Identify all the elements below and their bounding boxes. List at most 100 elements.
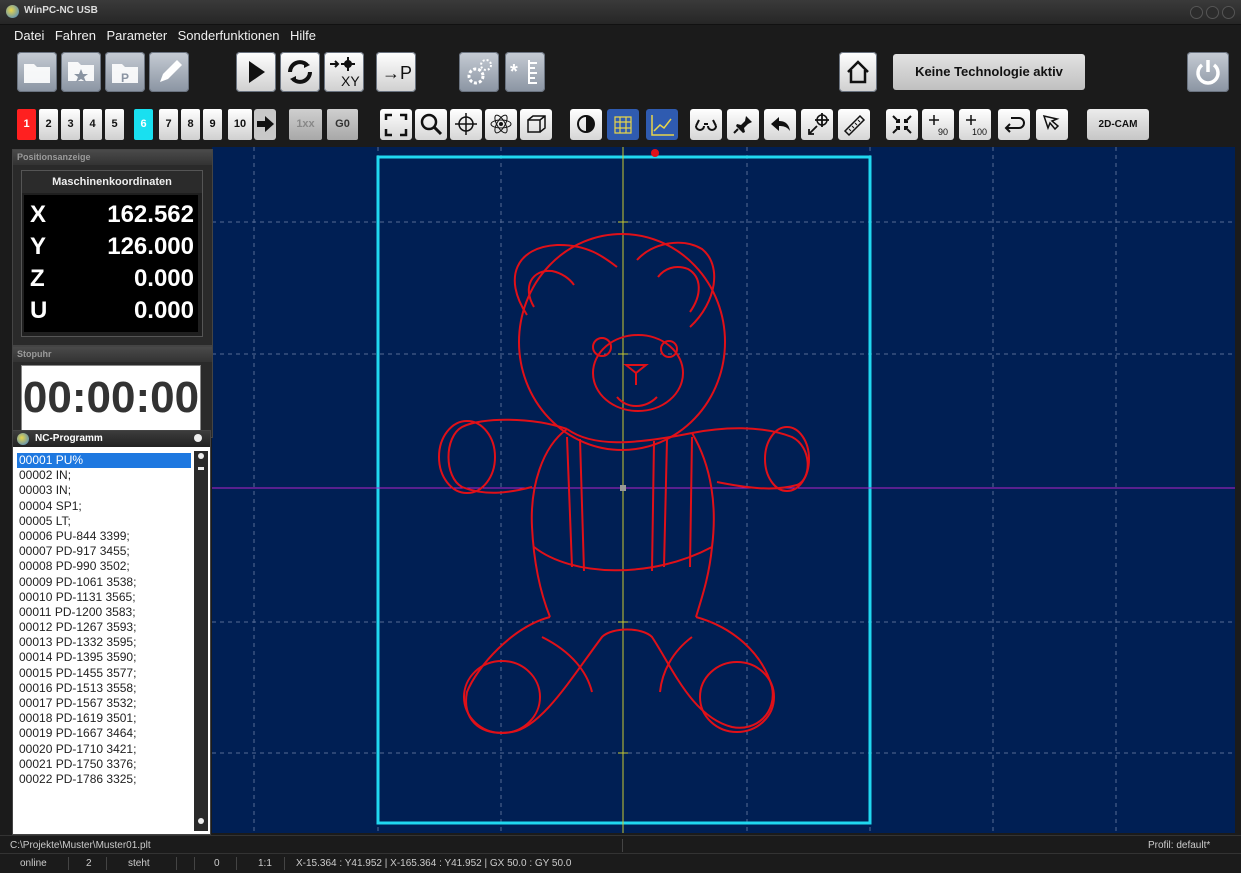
cursor-coordinates: X-15.364 : Y41.952 | X-165.364 : Y41.952… [296,858,572,869]
settings-button[interactable] [459,52,499,92]
return-button[interactable] [998,109,1030,140]
svg-text:XY: XY [341,73,360,89]
axis-u-label: U [30,297,48,324]
rotate-90-button[interactable]: 90 [922,109,954,140]
minimize-button[interactable] [1190,6,1203,19]
stopwatch-display: 00:00:00 [21,365,201,431]
window-controls[interactable] [1190,6,1235,19]
nc-program-list[interactable]: 00001 PU% 00002 IN; 00003 IN; 00004 SP1;… [17,453,191,787]
3d-view-button[interactable] [485,109,517,140]
nc-line[interactable]: 00006 PU-844 3399; [17,529,191,544]
nc-line[interactable]: 00016 PD-1513 3558; [17,681,191,696]
layer-7-button[interactable]: 7 [159,109,178,140]
contrast-button[interactable] [570,109,602,140]
panel-option-button[interactable] [194,434,202,442]
title-bar: WinPC-NC USB [0,0,1241,25]
crosshair-arrow-icon: XY [330,57,360,89]
layer-5-button[interactable]: 5 [105,109,124,140]
machine-coordinates-caption: Maschinenkoordinaten [22,171,202,193]
layer-next-button[interactable] [254,109,276,140]
nc-line[interactable]: 00021 PD-1750 3376; [17,757,191,772]
nc-line[interactable]: 00005 LT; [17,514,191,529]
g0-button[interactable]: G0 [327,109,358,140]
fit-view-button[interactable] [380,109,412,140]
nc-line[interactable]: 00013 PD-1332 3595; [17,635,191,650]
2d-cam-button[interactable]: 2D-CAM [1087,109,1149,140]
home-button[interactable] [839,52,877,92]
status-divider [284,857,285,870]
zoom-button[interactable] [415,109,447,140]
path-view-button[interactable] [646,109,678,140]
drawing-canvas[interactable] [212,147,1235,833]
select-button[interactable] [1036,109,1068,140]
collar [566,428,693,444]
layer-9-button[interactable]: 9 [203,109,222,140]
pan-button[interactable] [450,109,482,140]
nc-line[interactable]: 00014 PD-1395 3590; [17,650,191,665]
menu-fahren[interactable]: Fahren [55,28,96,43]
nc-program-scrollbar[interactable] [194,451,208,831]
nc-line[interactable]: 00020 PD-1710 3421; [17,742,191,757]
right-ear-outer [636,241,716,328]
ruler-icon [843,114,866,137]
axis-x-value: 162.562 [107,201,194,228]
layer-10-button[interactable]: 10 [228,109,252,140]
layer-6-button[interactable]: 6 [134,109,153,140]
nc-line[interactable]: 00019 PD-1667 3464; [17,726,191,741]
special-functions-button[interactable]: * [505,52,545,92]
nc-line[interactable]: 00017 PD-1567 3532; [17,696,191,711]
status-zero: 0 [214,858,220,869]
axis-u-value: 0.000 [133,297,194,324]
nc-line[interactable]: 00004 SP1; [17,499,191,514]
menu-hilfe[interactable]: Hilfe [290,28,316,43]
measure-button[interactable] [838,109,870,140]
nc-line[interactable]: 00012 PD-1267 3593; [17,620,191,635]
nc-line[interactable]: 00008 PD-990 3502; [17,559,191,574]
maximize-button[interactable] [1206,6,1219,19]
close-button[interactable] [1222,6,1235,19]
nc-line[interactable]: 00010 PD-1131 3565; [17,590,191,605]
back-button[interactable] [764,109,796,140]
preview-button[interactable] [690,109,722,140]
nc-line[interactable]: 00007 PD-917 3455; [17,544,191,559]
layer-1-button[interactable]: 1 [17,109,36,140]
menu-datei[interactable]: Datei [14,28,44,43]
goto-xy-button[interactable]: XY [324,52,364,92]
power-button[interactable] [1187,52,1229,92]
layer-2-button[interactable]: 2 [39,109,58,140]
technology-button[interactable]: Keine Technologie aktiv [893,54,1085,90]
cube-view-button[interactable] [520,109,552,140]
nc-line[interactable]: 00003 IN; [17,483,191,498]
edit-button[interactable] [149,52,189,92]
nc-line[interactable]: 00015 PD-1455 3577; [17,666,191,681]
1xx-button[interactable]: 1xx [289,109,322,140]
layer-4-button[interactable]: 4 [83,109,102,140]
folder-icon [24,64,50,83]
pin-button[interactable] [727,109,759,140]
nc-line[interactable]: 00002 IN; [17,468,191,483]
origin-button[interactable] [801,109,833,140]
goto-p-button[interactable]: →P [376,52,416,92]
axis-z-row: Z 0.000 [30,265,194,293]
nc-line[interactable]: 00009 PD-1061 3538; [17,575,191,590]
nc-line[interactable]: 00018 PD-1619 3501; [17,711,191,726]
menu-sonderfunktionen[interactable]: Sonderfunktionen [178,28,280,43]
scale-100-button[interactable]: 100 [959,109,991,140]
repeat-button[interactable] [280,52,320,92]
open-file-button[interactable] [17,52,57,92]
status-divider [68,857,69,870]
layer-3-button[interactable]: 3 [61,109,80,140]
parameter-file-button[interactable]: P [105,52,145,92]
start-button[interactable] [236,52,276,92]
menu-parameter[interactable]: Parameter [106,28,167,43]
nc-line[interactable]: 00001 PU% [17,453,191,469]
favorites-button[interactable] [61,52,101,92]
nc-line[interactable]: 00022 PD-1786 3325; [17,772,191,787]
nc-line[interactable]: 00011 PD-1200 3583; [17,605,191,620]
grid-toggle-button[interactable] [607,109,639,140]
power-icon [1196,60,1220,85]
shrink-view-button[interactable] [886,109,918,140]
axis-y-value: 126.000 [107,233,194,260]
layer-8-button[interactable]: 8 [181,109,200,140]
menu-bar: Datei Fahren Parameter Sonderfunktionen … [0,26,1241,46]
